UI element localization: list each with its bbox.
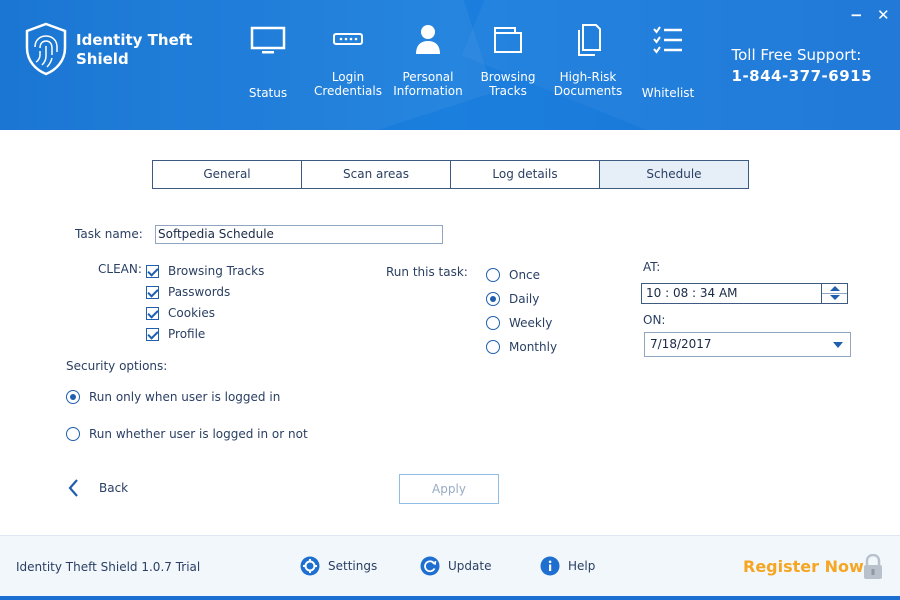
spinner-up-icon[interactable] — [830, 286, 840, 291]
nav-browsing-tracks[interactable]: Browsing Tracks — [467, 22, 549, 98]
time-value: 10 : 08 : 34 AM — [646, 286, 738, 300]
time-picker[interactable]: 10 : 08 : 34 AM — [641, 283, 848, 304]
brand-name: Identity Theft Shield — [76, 31, 193, 68]
settings-button[interactable]: Settings — [300, 556, 377, 576]
date-value: 7/18/2017 — [650, 337, 712, 351]
gear-icon — [300, 556, 320, 576]
security-whether-logged-in-radio[interactable]: Run whether user is logged in or not — [66, 426, 308, 442]
nav-login-credentials[interactable]: Login Credentials — [307, 22, 389, 98]
at-label: AT: — [643, 260, 661, 274]
nav-status[interactable]: Status — [227, 22, 309, 100]
back-button[interactable]: Back — [65, 478, 128, 498]
tab-log-details[interactable]: Log details — [451, 161, 600, 188]
clean-profile-checkbox[interactable]: Profile — [146, 326, 205, 342]
update-button[interactable]: Update — [420, 556, 491, 576]
register-now-link[interactable]: Register Now — [743, 557, 864, 576]
clean-label: CLEAN: — [98, 262, 142, 276]
security-logged-in-radio[interactable]: Run only when user is logged in — [66, 389, 280, 405]
password-field-icon — [333, 33, 363, 45]
checkbox-checked[interactable] — [146, 264, 159, 278]
app-footer: Identity Theft Shield 1.0.7 Trial Settin… — [0, 535, 900, 600]
lock-icon — [864, 554, 882, 579]
tab-schedule[interactable]: Schedule — [600, 161, 748, 188]
checkbox-checked[interactable] — [146, 306, 159, 320]
chevron-down-icon[interactable] — [833, 342, 843, 348]
checklist-icon — [653, 26, 682, 54]
time-spinner[interactable] — [821, 284, 847, 303]
radio-button[interactable] — [486, 340, 500, 354]
spinner-divider — [822, 293, 847, 294]
refresh-icon — [420, 556, 440, 576]
spinner-down-icon[interactable] — [830, 295, 840, 300]
version-text: Identity Theft Shield 1.0.7 Trial — [16, 560, 201, 574]
apply-button[interactable]: Apply — [399, 474, 499, 504]
checkbox-checked[interactable] — [146, 285, 159, 299]
close-button[interactable]: ✕ — [877, 6, 890, 24]
support-label: Toll Free Support: — [731, 46, 862, 64]
info-icon — [540, 556, 560, 576]
task-name-input[interactable]: Softpedia Schedule — [155, 225, 443, 244]
radio-button[interactable] — [486, 268, 500, 282]
app-header: Identity Theft Shield Status Login Crede… — [0, 0, 900, 130]
run-daily-radio[interactable]: Daily — [486, 291, 539, 307]
run-weekly-radio[interactable]: Weekly — [486, 315, 552, 331]
security-options-label: Security options: — [66, 359, 168, 373]
chevron-left-icon — [68, 479, 78, 497]
documents-icon — [578, 24, 601, 56]
tab-general[interactable]: General — [153, 161, 302, 188]
date-picker[interactable]: 7/18/2017 — [644, 332, 851, 357]
radio-button-selected[interactable] — [486, 292, 500, 306]
user-icon — [416, 25, 440, 54]
fingerprint-shield-logo-icon — [25, 22, 67, 76]
nav-whitelist[interactable]: Whitelist — [627, 22, 709, 100]
radio-button-selected[interactable] — [66, 390, 80, 404]
support-info: Toll Free Support: 1-844-377-6915 — [732, 45, 872, 87]
run-monthly-radio[interactable]: Monthly — [486, 339, 557, 355]
run-task-label: Run this task: — [386, 265, 468, 279]
help-button[interactable]: Help — [540, 556, 595, 576]
settings-tabs: General Scan areas Log details Schedule — [152, 160, 749, 189]
checkbox-checked[interactable] — [146, 327, 159, 341]
clean-browsing-tracks-checkbox[interactable]: Browsing Tracks — [146, 263, 264, 279]
tab-scan-areas[interactable]: Scan areas — [302, 161, 451, 188]
radio-button[interactable] — [486, 316, 500, 330]
radio-button[interactable] — [66, 427, 80, 441]
task-name-label: Task name: — [75, 227, 143, 241]
browser-window-icon — [494, 27, 522, 53]
nav-personal-information[interactable]: Personal Information — [387, 22, 469, 98]
clean-cookies-checkbox[interactable]: Cookies — [146, 305, 215, 321]
nav-high-risk-documents[interactable]: High-Risk Documents — [547, 22, 629, 98]
clean-passwords-checkbox[interactable]: Passwords — [146, 284, 230, 300]
monitor-icon — [250, 26, 286, 54]
minimize-button[interactable]: − — [850, 6, 863, 24]
on-label: ON: — [643, 313, 666, 327]
footer-accent-bar — [0, 596, 900, 600]
run-once-radio[interactable]: Once — [486, 267, 540, 283]
support-phone: 1-844-377-6915 — [731, 67, 872, 85]
